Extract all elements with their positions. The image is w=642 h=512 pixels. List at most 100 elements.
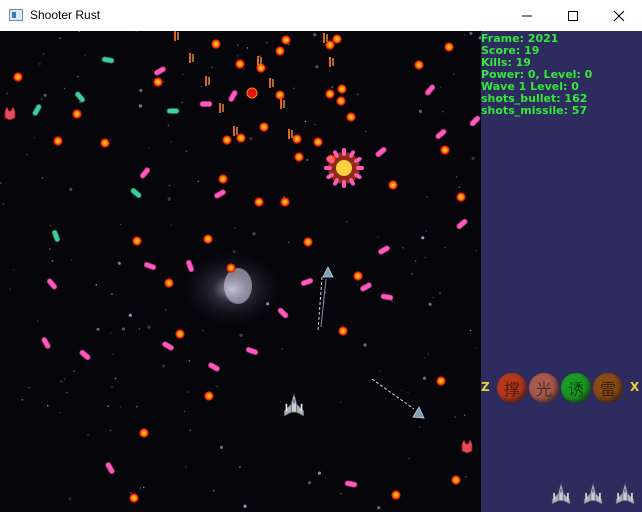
enemy-bullet [53,136,63,146]
window-title: Shooter Rust [30,8,101,22]
star [439,86,442,89]
star [133,196,135,198]
enemy-bullet [203,234,213,244]
star [439,292,441,295]
star [377,236,380,239]
star [51,260,54,262]
player-ship-icon [583,482,603,505]
enemy-bullet [391,490,401,500]
skill-red-icon[interactable]: 撑 [497,373,527,403]
star [63,378,66,381]
star [13,269,15,271]
star [307,481,312,485]
star [139,88,143,93]
skill-brown-icon[interactable]: 雷 [593,373,623,403]
star [331,86,334,88]
enemy-bullet [275,46,285,56]
star [168,184,171,187]
star [66,391,68,394]
enemy-bullet [444,42,454,52]
game-canvas[interactable] [0,31,481,512]
star [170,141,172,143]
star [424,357,426,359]
star [232,250,236,254]
enemy-bullet [218,174,228,184]
star [60,380,62,383]
enemy-bullet [164,278,174,288]
enemy-bullet [292,134,302,144]
star [315,65,319,69]
star [63,87,66,90]
enemy-shot-pink [277,307,289,319]
star [164,309,167,311]
star [111,293,113,295]
close-button[interactable] [596,0,642,31]
enemy-bullet [325,40,335,50]
enemy-shot-pink [46,278,58,290]
star [408,457,410,460]
maximize-button[interactable] [550,0,596,31]
star [202,329,204,332]
enemy-devil-icon [461,439,473,454]
enemy-shot-pink [380,293,394,301]
star [200,85,203,88]
star [414,260,417,262]
star [59,37,61,40]
title-bar[interactable]: Shooter Rust [0,0,642,31]
enemy-shot-pink [342,180,346,188]
star [407,391,409,394]
star [475,347,478,349]
enemy-shot-teal [32,104,42,116]
enemy-bullet [313,137,323,147]
skill-green-icon[interactable]: 诱 [561,373,591,403]
enemy-shot-pink [139,167,151,179]
star [36,320,39,322]
star [340,401,342,404]
missile-trail [320,278,327,328]
star [41,177,44,179]
enemy-shot-pink [456,218,468,230]
close-icon [613,10,625,21]
minimize-button[interactable] [504,0,550,31]
star [21,399,24,401]
player-ship-icon [284,393,304,417]
star [167,124,170,127]
star [96,327,100,331]
enemy-shot-pink [143,261,157,271]
star [317,471,321,475]
star [68,497,72,501]
star [135,31,138,32]
star [112,353,114,356]
star [259,55,261,58]
stat-shots-missile: shots_missile: 57 [481,104,588,117]
star [185,150,188,152]
enemy-shot-pink [469,115,481,127]
homing-missile-icon [412,406,425,419]
minimize-icon [522,15,532,16]
star [182,73,184,76]
star [48,248,51,250]
enemy-shot-pink [342,148,346,156]
star [432,296,435,299]
enemy-bullet [353,271,363,281]
enemy-shot-pink [375,146,387,158]
star [324,477,327,479]
enemy-bullet [254,197,264,207]
star [421,236,425,240]
star [379,370,381,373]
enemy-bullet [13,72,23,82]
star [384,397,387,400]
star [211,66,213,69]
enemy-bullet [456,192,466,202]
star [402,247,405,249]
enemy-shot-pink [228,90,238,102]
star [463,414,466,417]
star [266,302,270,306]
star [463,33,466,36]
star [109,138,112,141]
enemy-bullet [259,122,269,132]
enemy-bullet [325,89,335,99]
star [304,120,307,123]
star [147,325,151,329]
skill-rose-icon[interactable]: 光 [529,373,559,403]
